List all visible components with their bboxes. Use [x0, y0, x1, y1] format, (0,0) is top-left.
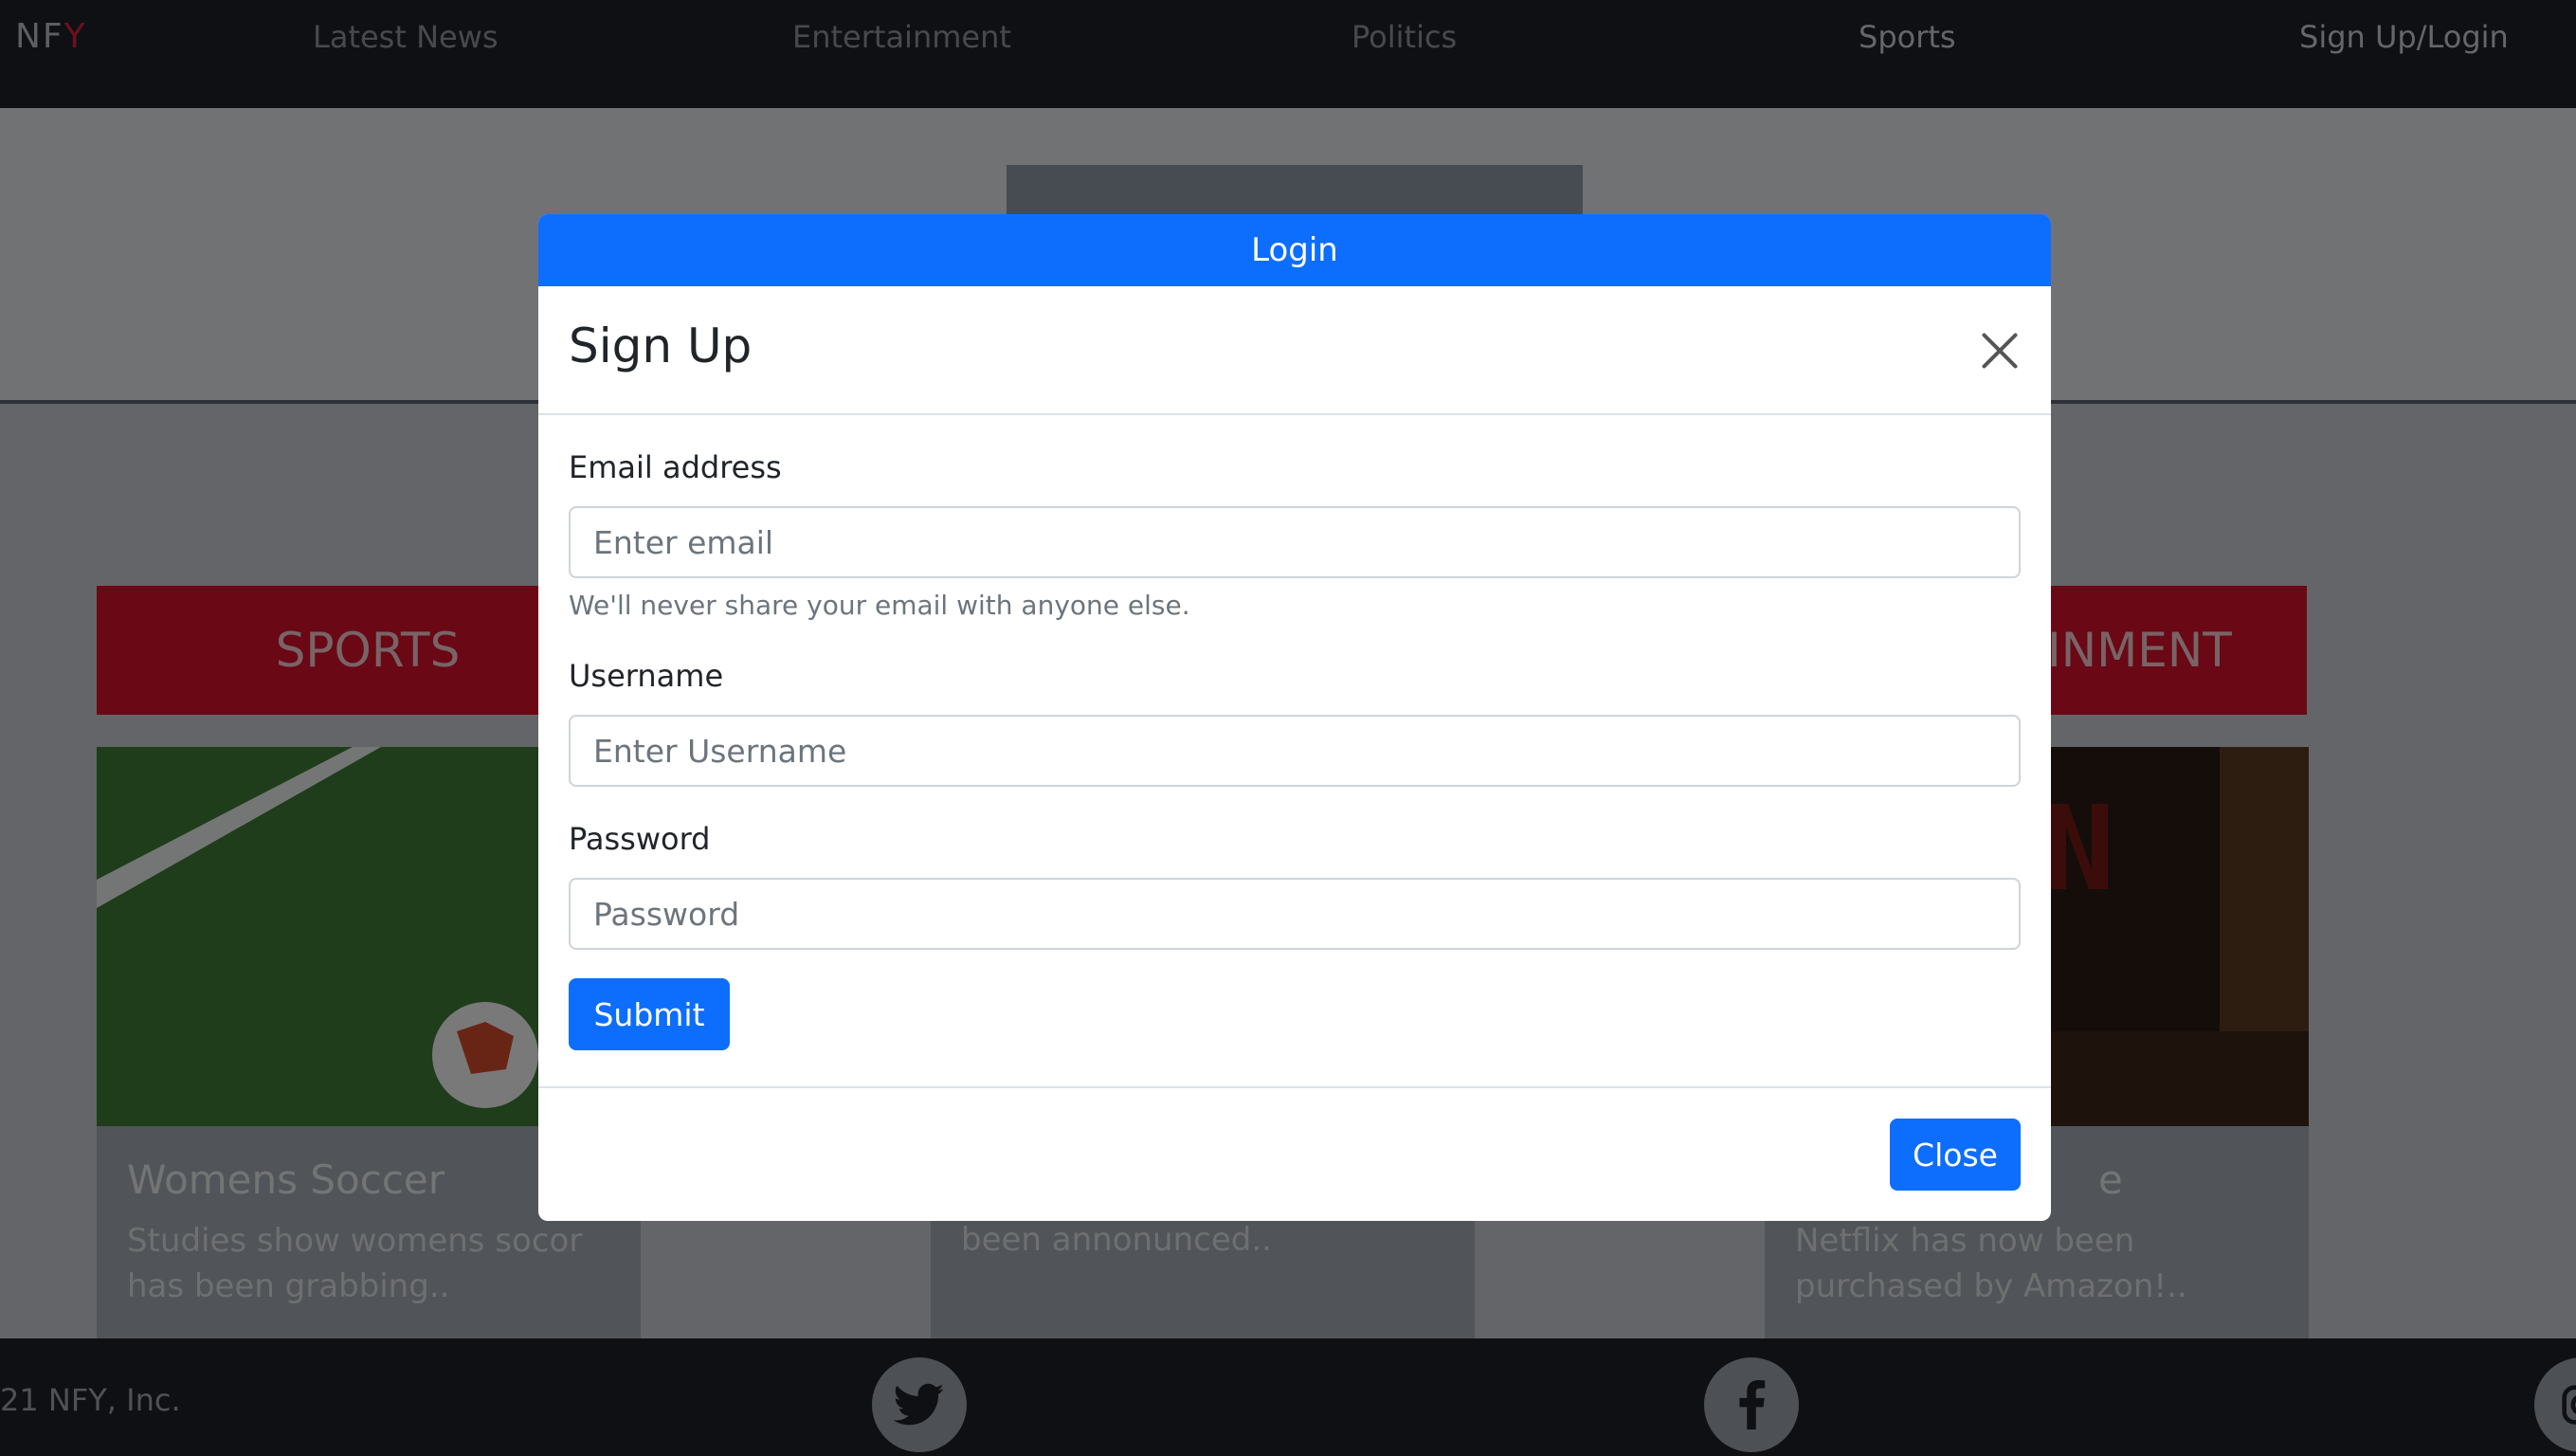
login-tab-label: Login	[1251, 231, 1338, 269]
modal-title: Sign Up	[569, 318, 753, 373]
email-field[interactable]	[569, 506, 2021, 578]
email-help-text: We'll never share your email with anyone…	[569, 590, 1190, 621]
email-label: Email address	[569, 449, 782, 485]
password-field[interactable]	[569, 878, 2021, 950]
password-label: Password	[569, 821, 711, 857]
username-field[interactable]	[569, 715, 2021, 787]
close-icon[interactable]	[1979, 330, 2021, 372]
modal-header: Sign Up	[538, 286, 2051, 415]
signup-modal: Login Sign Up Email address We'll never …	[538, 214, 2051, 1221]
login-tab[interactable]: Login	[538, 214, 2051, 286]
modal-footer: Close	[538, 1086, 2051, 1221]
submit-button[interactable]: Submit	[569, 978, 730, 1050]
close-button[interactable]: Close	[1890, 1119, 2021, 1191]
username-label: Username	[569, 658, 724, 694]
